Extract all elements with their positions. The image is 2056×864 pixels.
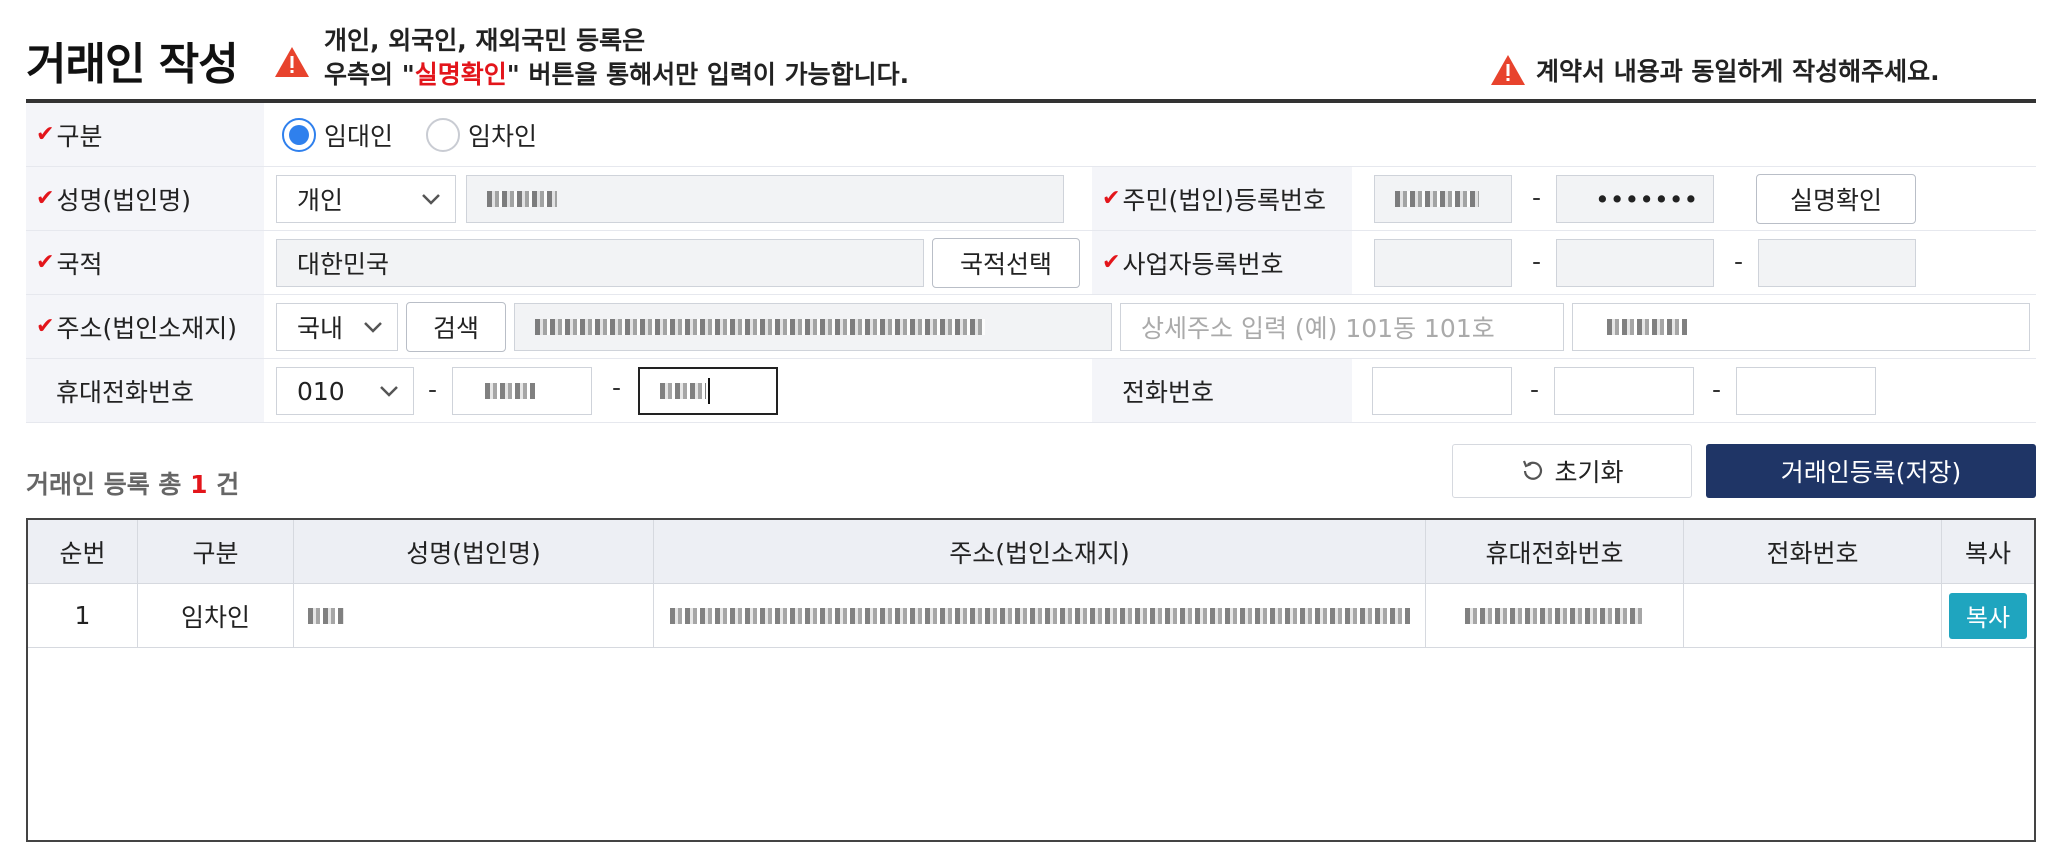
id-label: ✔ 주민(법인)등록번호: [1092, 167, 1352, 230]
registration-count: 거래인 등록 총 1 건: [26, 470, 240, 499]
biz-label: ✔ 사업자등록번호: [1092, 231, 1352, 294]
col-address-header: 주소(법인소재지): [654, 520, 1426, 583]
form-row-type: ✔ 구분 임대인 임차인: [26, 103, 2036, 167]
row-phone: [1684, 584, 1942, 647]
id-second-input[interactable]: •••••••: [1556, 175, 1714, 223]
nation-input[interactable]: 대한민국: [276, 239, 924, 287]
biz-first-input[interactable]: [1374, 239, 1512, 287]
select-nation-button[interactable]: 국적선택: [932, 238, 1080, 288]
mobile-label: 휴대전화번호: [26, 359, 264, 422]
mobile-last-input[interactable]: [638, 367, 778, 415]
row-copy-cell: 복사: [1942, 584, 2034, 647]
col-phone-header: 전화번호: [1684, 520, 1942, 583]
chevron-down-icon: [422, 194, 440, 205]
table-header: 순번 구분 성명(법인명) 주소(법인소재지) 휴대전화번호 전화번호 복사: [28, 520, 2034, 584]
party-table: 순번 구분 성명(법인명) 주소(법인소재지) 휴대전화번호 전화번호 복사 1…: [26, 518, 2036, 842]
radio-tenant[interactable]: 임차인: [426, 117, 537, 153]
row-address: [654, 584, 1426, 647]
row-mobile: [1426, 584, 1684, 647]
form-row-phone: 휴대전화번호 010 - - 전화번호 - -: [26, 359, 2036, 423]
nation-label: ✔ 국적: [26, 231, 264, 294]
verify-name-button[interactable]: 실명확인: [1756, 174, 1916, 224]
page-title: 거래인 작성: [26, 39, 239, 90]
copy-button[interactable]: 복사: [1949, 592, 2027, 639]
type-label: ✔ 구분: [26, 103, 264, 166]
form-row-nationality: ✔ 국적 대한민국 국적선택 ✔ 사업자등록번호 - -: [26, 231, 2036, 295]
registration-notice: 개인, 외국인, 재외국민 등록은 우측의 "실명확인" 버튼을 통해서만 입력…: [324, 26, 910, 89]
radio-landlord[interactable]: 임대인: [282, 117, 393, 153]
col-copy-header: 복사: [1964, 538, 2011, 568]
save-party-button[interactable]: 거래인등록(저장): [1706, 444, 2036, 498]
phone-second-input[interactable]: [1554, 367, 1694, 415]
chevron-down-icon: [380, 386, 398, 397]
form-row-name: ✔ 성명(법인명) 개인 ✔ 주민(법인)등록번호 - ••••••• 실명확인: [26, 167, 2036, 231]
reset-icon: [1523, 460, 1543, 480]
row-no: 1: [28, 584, 138, 647]
id-first-input[interactable]: [1374, 175, 1512, 223]
reset-button[interactable]: 초기화: [1452, 444, 1692, 498]
address-detail-input[interactable]: 상세주소 입력 (예) 101동 101호: [1120, 303, 1564, 351]
mobile-middle-input[interactable]: [452, 367, 592, 415]
warning-icon: [1490, 54, 1526, 86]
col-mobile-header: 휴대전화번호: [1426, 520, 1684, 583]
row-type: 임차인: [138, 584, 294, 647]
phone-third-input[interactable]: [1736, 367, 1876, 415]
phone-first-input[interactable]: [1372, 367, 1512, 415]
mobile-prefix-select[interactable]: 010: [276, 367, 414, 415]
warning-icon: [274, 46, 310, 78]
name-input[interactable]: [466, 175, 1064, 223]
name-label: ✔ 성명(법인명): [26, 167, 264, 230]
row-name: [294, 584, 654, 647]
contract-notice: 계약서 내용과 동일하게 작성해주세요.: [1536, 57, 1940, 86]
radio-unchecked-icon: [426, 118, 460, 152]
col-no-header: 순번: [28, 520, 138, 583]
table-row[interactable]: 1 임차인 복사: [28, 584, 2034, 648]
address-search-button[interactable]: 검색: [406, 302, 506, 352]
biz-third-input[interactable]: [1758, 239, 1916, 287]
name-type-select[interactable]: 개인: [276, 175, 456, 223]
form-row-address: ✔ 주소(법인소재지) 국내 검색 상세주소 입력 (예) 101동 101호: [26, 295, 2036, 359]
radio-checked-icon: [282, 118, 316, 152]
chevron-down-icon: [364, 322, 382, 333]
address-scope-select[interactable]: 국내: [276, 303, 398, 351]
col-name-header: 성명(법인명): [294, 520, 654, 583]
address-input[interactable]: [514, 303, 1112, 351]
col-type-header: 구분: [138, 520, 294, 583]
address-label: ✔ 주소(법인소재지): [26, 295, 264, 358]
biz-second-input[interactable]: [1556, 239, 1714, 287]
phone-label: 전화번호: [1092, 359, 1352, 422]
address-extra-input[interactable]: [1572, 303, 2030, 351]
